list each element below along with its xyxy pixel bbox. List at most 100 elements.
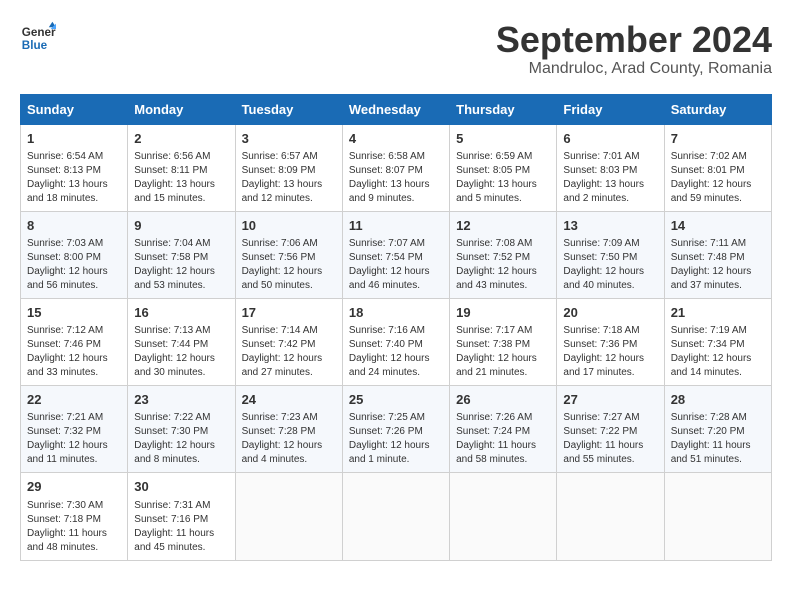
day-info: Sunrise: 7:13 AM Sunset: 7:44 PM Dayligh… xyxy=(134,324,228,380)
day-cell: 17Sunrise: 7:14 AM Sunset: 7:42 PM Dayli… xyxy=(235,298,342,385)
day-number: 11 xyxy=(349,217,443,235)
week-row-3: 15 Sunrise: 7:12 AM Sunset: 7:46 PM Dayli… xyxy=(21,298,772,385)
day-cell: 27 Sunrise: 7:27 AM Sunset: 7:22 PM Dayli… xyxy=(557,386,664,473)
day-cell: 20 Sunrise: 7:18 AM Sunset: 7:36 PM Dayli… xyxy=(557,298,664,385)
calendar-header: SundayMondayTuesdayWednesdayThursdayFrid… xyxy=(21,94,772,124)
day-number: 5 xyxy=(456,130,550,148)
day-cell: 22Sunrise: 7:21 AM Sunset: 7:32 PM Dayli… xyxy=(21,386,128,473)
day-info: Sunrise: 7:18 AM Sunset: 7:36 PM Dayligh… xyxy=(563,324,657,380)
day-info: Sunrise: 7:27 AM Sunset: 7:22 PM Dayligh… xyxy=(563,411,657,467)
day-cell: 24 Sunrise: 7:23 AM Sunset: 7:28 PM Dayli… xyxy=(235,386,342,473)
day-info: Sunrise: 7:14 AM Sunset: 7:42 PM Dayligh… xyxy=(242,324,336,380)
svg-text:General: General xyxy=(22,26,56,39)
day-cell: 7 Sunrise: 7:02 AM Sunset: 8:01 PM Daylig… xyxy=(664,124,771,211)
day-info: Sunrise: 6:56 AM Sunset: 8:11 PM Dayligh… xyxy=(134,150,228,206)
day-number: 28 xyxy=(671,391,765,409)
day-cell: 19 Sunrise: 7:17 AM Sunset: 7:38 PM Dayli… xyxy=(450,298,557,385)
day-info: Sunrise: 7:04 AM Sunset: 7:58 PM Dayligh… xyxy=(134,237,228,293)
location-title: Mandruloc, Arad County, Romania xyxy=(496,60,772,78)
day-number: 8 xyxy=(27,217,121,235)
day-cell: 4 Sunrise: 6:58 AM Sunset: 8:07 PM Daylig… xyxy=(342,124,449,211)
day-number: 20 xyxy=(563,304,657,322)
day-cell: 3 Sunrise: 6:57 AM Sunset: 8:09 PM Daylig… xyxy=(235,124,342,211)
day-number: 26 xyxy=(456,391,550,409)
day-number: 3 xyxy=(242,130,336,148)
day-cell: 2 Sunrise: 6:56 AM Sunset: 8:11 PM Daylig… xyxy=(128,124,235,211)
day-number: 16 xyxy=(134,304,228,322)
day-info: Sunrise: 6:58 AM Sunset: 8:07 PM Dayligh… xyxy=(349,150,443,206)
header-row: SundayMondayTuesdayWednesdayThursdayFrid… xyxy=(21,94,772,124)
day-cell: 14 Sunrise: 7:11 AM Sunset: 7:48 PM Dayli… xyxy=(664,211,771,298)
day-cell: 26 Sunrise: 7:26 AM Sunset: 7:24 PM Dayli… xyxy=(450,386,557,473)
day-cell: 6 Sunrise: 7:01 AM Sunset: 8:03 PM Daylig… xyxy=(557,124,664,211)
day-cell: 30Sunrise: 7:31 AM Sunset: 7:16 PM Dayli… xyxy=(128,473,235,560)
day-number: 13 xyxy=(563,217,657,235)
day-number: 21 xyxy=(671,304,765,322)
header-cell-sunday: Sunday xyxy=(21,94,128,124)
day-cell: 9 Sunrise: 7:04 AM Sunset: 7:58 PM Daylig… xyxy=(128,211,235,298)
day-info: Sunrise: 6:57 AM Sunset: 8:09 PM Dayligh… xyxy=(242,150,336,206)
week-row-1: 1Sunrise: 6:54 AM Sunset: 8:13 PM Daylig… xyxy=(21,124,772,211)
day-cell: 29Sunrise: 7:30 AM Sunset: 7:18 PM Dayli… xyxy=(21,473,128,560)
header-cell-thursday: Thursday xyxy=(450,94,557,124)
day-info: Sunrise: 7:30 AM Sunset: 7:18 PM Dayligh… xyxy=(27,499,121,555)
header-cell-saturday: Saturday xyxy=(664,94,771,124)
day-cell: 10 Sunrise: 7:06 AM Sunset: 7:56 PM Dayli… xyxy=(235,211,342,298)
day-number: 7 xyxy=(671,130,765,148)
day-number: 12 xyxy=(456,217,550,235)
day-cell: 28 Sunrise: 7:28 AM Sunset: 7:20 PM Dayli… xyxy=(664,386,771,473)
day-info: Sunrise: 7:03 AM Sunset: 8:00 PM Dayligh… xyxy=(27,237,121,293)
day-info: Sunrise: 7:01 AM Sunset: 8:03 PM Dayligh… xyxy=(563,150,657,206)
day-number: 4 xyxy=(349,130,443,148)
day-number: 2 xyxy=(134,130,228,148)
day-number: 24 xyxy=(242,391,336,409)
day-info: Sunrise: 7:08 AM Sunset: 7:52 PM Dayligh… xyxy=(456,237,550,293)
day-info: Sunrise: 7:16 AM Sunset: 7:40 PM Dayligh… xyxy=(349,324,443,380)
day-cell xyxy=(235,473,342,560)
logo-icon: General Blue xyxy=(20,20,56,56)
day-info: Sunrise: 7:22 AM Sunset: 7:30 PM Dayligh… xyxy=(134,411,228,467)
week-row-2: 8 Sunrise: 7:03 AM Sunset: 8:00 PM Daylig… xyxy=(21,211,772,298)
day-info: Sunrise: 7:17 AM Sunset: 7:38 PM Dayligh… xyxy=(456,324,550,380)
day-number: 23 xyxy=(134,391,228,409)
day-number: 27 xyxy=(563,391,657,409)
day-number: 22 xyxy=(27,391,121,409)
day-info: Sunrise: 6:59 AM Sunset: 8:05 PM Dayligh… xyxy=(456,150,550,206)
day-cell: 16 Sunrise: 7:13 AM Sunset: 7:44 PM Dayli… xyxy=(128,298,235,385)
day-number: 19 xyxy=(456,304,550,322)
day-cell: 12 Sunrise: 7:08 AM Sunset: 7:52 PM Dayli… xyxy=(450,211,557,298)
day-cell: 8 Sunrise: 7:03 AM Sunset: 8:00 PM Daylig… xyxy=(21,211,128,298)
week-row-5: 29Sunrise: 7:30 AM Sunset: 7:18 PM Dayli… xyxy=(21,473,772,560)
day-cell: 5 Sunrise: 6:59 AM Sunset: 8:05 PM Daylig… xyxy=(450,124,557,211)
day-info: Sunrise: 7:07 AM Sunset: 7:54 PM Dayligh… xyxy=(349,237,443,293)
day-cell xyxy=(664,473,771,560)
day-number: 1 xyxy=(27,130,121,148)
calendar-table: SundayMondayTuesdayWednesdayThursdayFrid… xyxy=(20,94,772,561)
day-cell: 1Sunrise: 6:54 AM Sunset: 8:13 PM Daylig… xyxy=(21,124,128,211)
day-cell: 25Sunrise: 7:25 AM Sunset: 7:26 PM Dayli… xyxy=(342,386,449,473)
page-header: General Blue September 2024 Mandruloc, A… xyxy=(20,20,772,78)
header-cell-wednesday: Wednesday xyxy=(342,94,449,124)
header-cell-monday: Monday xyxy=(128,94,235,124)
day-info: Sunrise: 7:12 AM Sunset: 7:46 PM Dayligh… xyxy=(27,324,121,380)
day-info: Sunrise: 7:28 AM Sunset: 7:20 PM Dayligh… xyxy=(671,411,765,467)
day-info: Sunrise: 7:26 AM Sunset: 7:24 PM Dayligh… xyxy=(456,411,550,467)
day-number: 9 xyxy=(134,217,228,235)
day-info: Sunrise: 7:23 AM Sunset: 7:28 PM Dayligh… xyxy=(242,411,336,467)
header-cell-tuesday: Tuesday xyxy=(235,94,342,124)
day-number: 15 xyxy=(27,304,121,322)
day-info: Sunrise: 7:31 AM Sunset: 7:16 PM Dayligh… xyxy=(134,499,228,555)
day-number: 10 xyxy=(242,217,336,235)
day-info: Sunrise: 7:09 AM Sunset: 7:50 PM Dayligh… xyxy=(563,237,657,293)
header-cell-friday: Friday xyxy=(557,94,664,124)
day-cell: 23 Sunrise: 7:22 AM Sunset: 7:30 PM Dayli… xyxy=(128,386,235,473)
day-info: Sunrise: 7:11 AM Sunset: 7:48 PM Dayligh… xyxy=(671,237,765,293)
day-cell xyxy=(342,473,449,560)
day-number: 6 xyxy=(563,130,657,148)
day-info: Sunrise: 7:02 AM Sunset: 8:01 PM Dayligh… xyxy=(671,150,765,206)
calendar-body: 1Sunrise: 6:54 AM Sunset: 8:13 PM Daylig… xyxy=(21,124,772,560)
day-number: 14 xyxy=(671,217,765,235)
day-info: Sunrise: 7:06 AM Sunset: 7:56 PM Dayligh… xyxy=(242,237,336,293)
day-cell xyxy=(450,473,557,560)
day-info: Sunrise: 7:19 AM Sunset: 7:34 PM Dayligh… xyxy=(671,324,765,380)
